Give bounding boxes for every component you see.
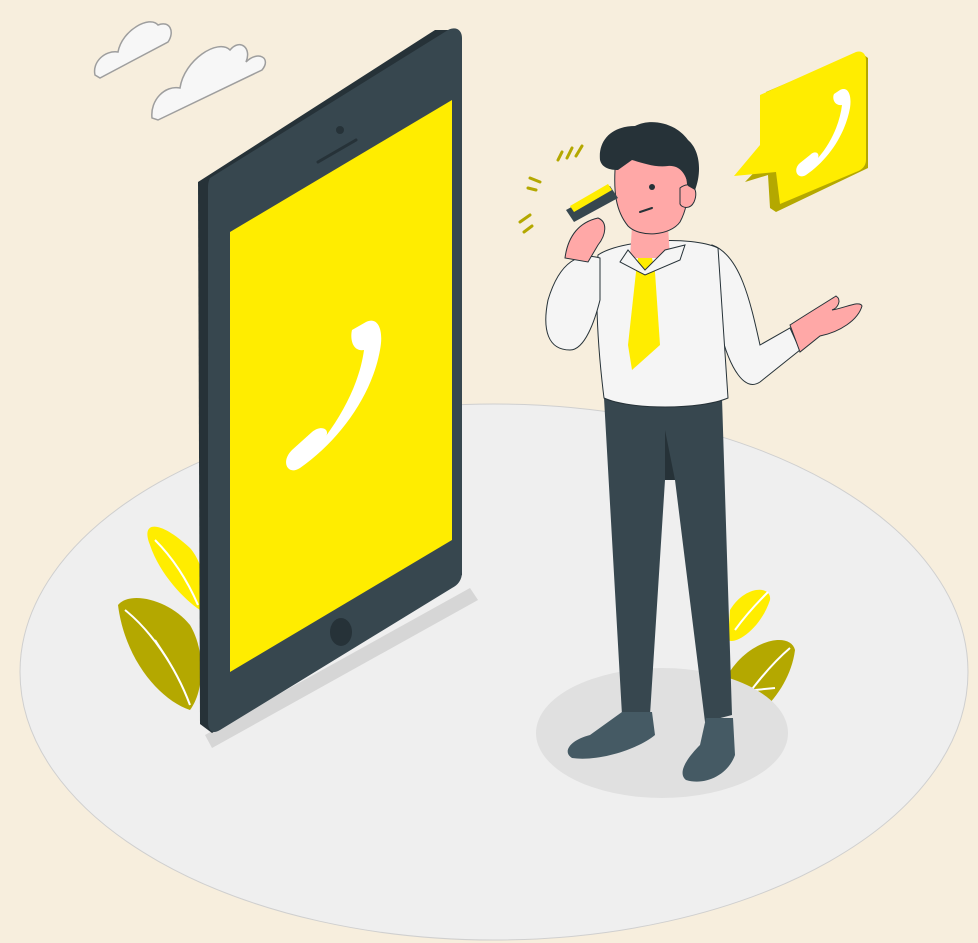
man-eye	[649, 184, 655, 190]
man-hand-right	[789, 295, 863, 353]
cloud-icon	[151, 44, 267, 121]
phone-camera	[336, 126, 344, 134]
illustration	[0, 0, 978, 943]
man-arm-left	[545, 255, 601, 351]
man-shadow	[536, 668, 788, 798]
chat-bubble-phone-icon	[734, 51, 868, 212]
illustration-svg	[19, 21, 969, 941]
cloud-icon	[93, 21, 172, 79]
small-phone	[566, 184, 618, 222]
phone-home-button	[330, 618, 352, 646]
